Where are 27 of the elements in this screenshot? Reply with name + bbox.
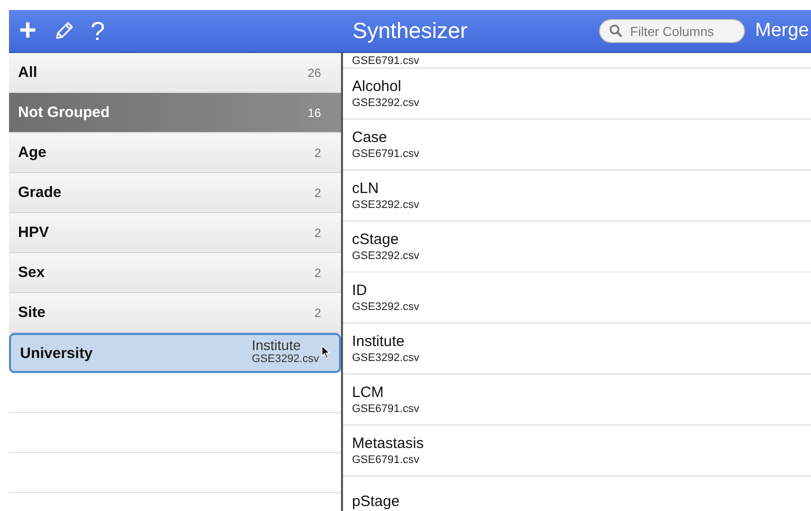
column-item[interactable]: cLN GSE3292.csv: [343, 171, 811, 222]
search-icon: [609, 24, 624, 38]
column-item[interactable]: Metastasis GSE6791.csv: [343, 426, 811, 477]
column-item[interactable]: GSE6791.csv: [343, 53, 811, 69]
group-item[interactable]: Age 2: [9, 133, 341, 173]
group-item[interactable]: HPV 2: [9, 213, 341, 253]
dragged-column-file: GSE3292.csv: [252, 353, 319, 365]
column-item[interactable]: Alcohol GSE3292.csv: [343, 69, 811, 120]
column-item[interactable]: Case GSE6791.csv: [343, 120, 811, 171]
group-item[interactable]: Not Grouped 16: [9, 93, 341, 133]
group-item[interactable]: Site 2: [9, 293, 341, 333]
cursor-icon: [321, 345, 331, 359]
column-item[interactable]: cStage GSE3292.csv: [343, 222, 811, 273]
window-title: Synthesizer: [352, 18, 468, 44]
add-button[interactable]: +: [17, 16, 39, 46]
help-button[interactable]: ?: [88, 17, 107, 45]
group-item[interactable]: Sex 2: [9, 253, 341, 293]
group-item[interactable]: Grade 2: [9, 173, 341, 213]
group-item[interactable]: All 26: [9, 53, 341, 93]
merge-button[interactable]: Merge: [755, 20, 809, 42]
column-item[interactable]: pStage: [343, 477, 811, 511]
search-field[interactable]: Filter Columns: [599, 19, 746, 43]
column-item[interactable]: LCM GSE6791.csv: [343, 375, 811, 426]
column-item[interactable]: ID GSE3292.csv: [343, 273, 811, 324]
dragged-column-name: Institute: [252, 337, 301, 353]
column-item[interactable]: Institute GSE3292.csv: [343, 324, 811, 375]
group-item[interactable]: University Institute GSE3292.csv: [9, 333, 341, 373]
